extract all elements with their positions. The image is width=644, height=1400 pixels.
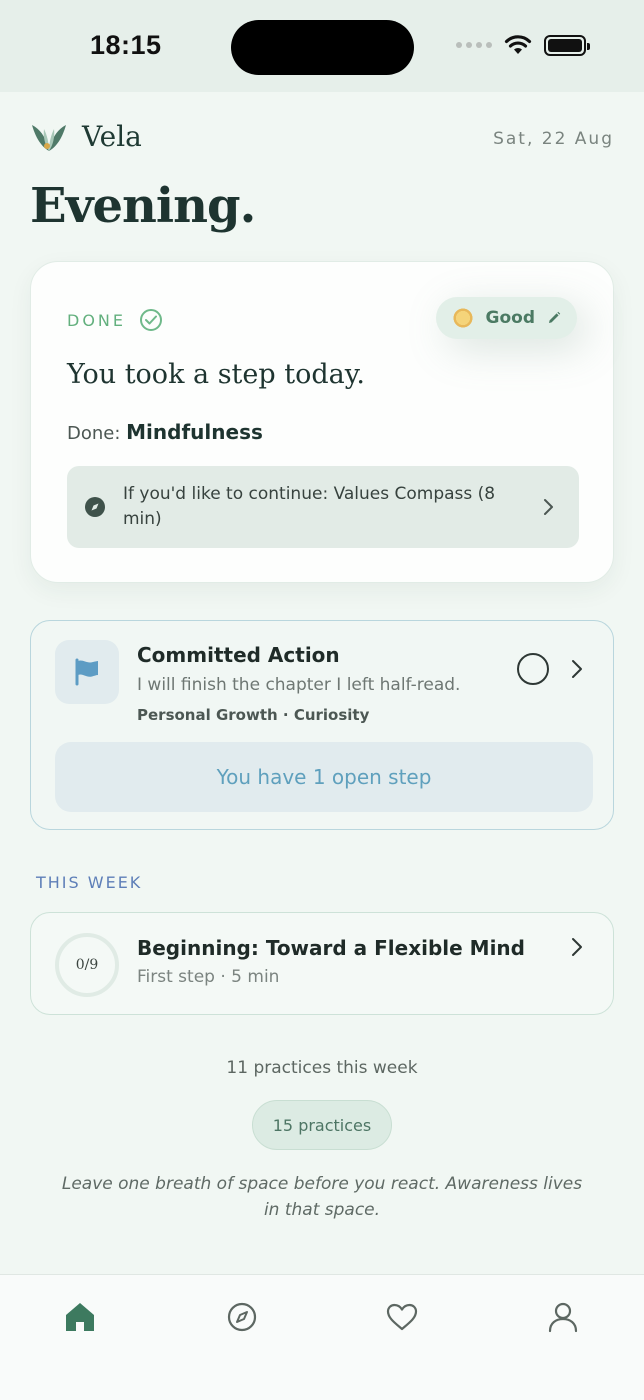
program-title: Beginning: Toward a Flexible Mind <box>137 936 525 960</box>
tab-favorites[interactable] <box>380 1295 424 1339</box>
tab-bar <box>0 1274 644 1400</box>
check-circle-icon <box>140 309 162 331</box>
home-icon <box>66 1303 94 1331</box>
vela-logo-icon <box>32 124 66 151</box>
tab-profile[interactable] <box>541 1295 585 1339</box>
status-time: 18:15 <box>90 30 162 60</box>
chevron-right-icon <box>544 499 553 515</box>
status-icons <box>456 34 590 56</box>
open-step-button[interactable]: You have 1 open step <box>55 742 593 812</box>
practices-total-badge: 15 practices <box>252 1100 392 1150</box>
tab-explore[interactable] <box>220 1295 264 1339</box>
done-status-label: DONE <box>67 310 126 330</box>
done-title: You took a step today. <box>67 359 365 390</box>
daily-quote: Leave one breath of space before you rea… <box>61 1174 583 1220</box>
this-week-heading: THIS WEEK <box>36 873 143 892</box>
program-subtitle: First step · 5 min <box>137 967 280 987</box>
continue-text: If you'd like to continue: Values Compas… <box>123 484 496 529</box>
greeting-title: Evening. <box>30 178 256 234</box>
committed-action-card[interactable]: Committed Action I will finish the chapt… <box>30 620 614 830</box>
profile-icon <box>548 1302 578 1333</box>
practices-week-count: 11 practices this week <box>226 1058 418 1078</box>
compass-filled-icon <box>85 497 105 517</box>
chevron-right-icon <box>572 938 582 956</box>
continue-suggestion[interactable]: If you'd like to continue: Values Compas… <box>67 466 579 548</box>
mood-button[interactable]: Good <box>435 297 577 339</box>
heart-icon <box>386 1303 418 1331</box>
action-title: Committed Action <box>137 643 340 667</box>
battery-icon <box>544 34 590 56</box>
pencil-icon <box>549 311 561 323</box>
tab-home[interactable] <box>58 1295 102 1339</box>
date-label: Sat, 22 Aug <box>493 129 614 149</box>
mood-label: Good <box>485 308 535 328</box>
flag-icon <box>55 640 119 704</box>
dynamic-island <box>231 20 414 75</box>
compass-icon <box>227 1302 257 1332</box>
done-card: DONE Good You took a step today. Done: M… <box>30 261 614 583</box>
wifi-icon <box>504 35 532 54</box>
brand-name: Vela <box>82 120 142 153</box>
done-value: Mindfulness <box>126 420 263 444</box>
done-status: DONE <box>67 309 162 331</box>
done-prefix: Done: <box>67 423 121 444</box>
chevron-right-icon <box>572 660 582 678</box>
status-bar: 18:15 <box>0 0 644 92</box>
program-card[interactable]: 0/9 Beginning: Toward a Flexible Mind Fi… <box>30 912 614 1015</box>
complete-checkbox[interactable] <box>517 653 549 685</box>
sun-icon <box>451 307 474 329</box>
done-summary: Done: Mindfulness <box>67 420 263 444</box>
signal-icon <box>456 42 492 48</box>
brand: Vela <box>30 120 142 153</box>
action-tags: Personal Growth · Curiosity <box>137 706 370 724</box>
progress-ring: 0/9 <box>55 933 119 997</box>
action-description: I will finish the chapter I left half-re… <box>137 675 461 695</box>
